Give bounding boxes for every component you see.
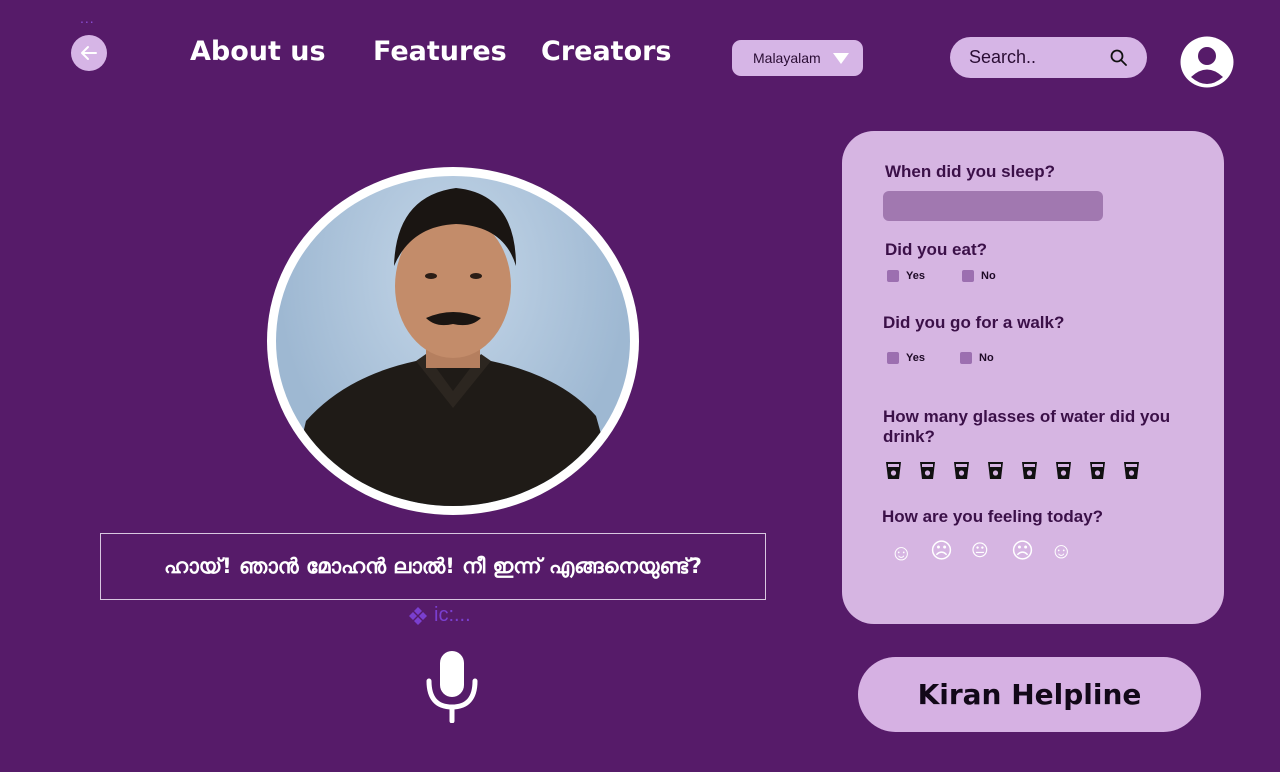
eat-yes-option[interactable]: Yes xyxy=(887,270,925,282)
walk-yes-checkbox[interactable] xyxy=(887,352,899,364)
component-label: ic:... xyxy=(408,604,471,627)
language-value: Malayalam xyxy=(753,50,821,66)
component-label-text: ic:... xyxy=(434,604,471,626)
walk-no-checkbox[interactable] xyxy=(960,352,972,364)
drag-dots: ... xyxy=(80,10,95,26)
nav-about-us[interactable]: About us xyxy=(190,36,326,67)
eat-no-label: No xyxy=(981,270,996,282)
water-glass-icon[interactable] xyxy=(919,461,936,480)
nav-features[interactable]: Features xyxy=(373,36,507,67)
walk-yes-label: Yes xyxy=(906,352,925,364)
walk-no-label: No xyxy=(979,352,994,364)
microphone-icon[interactable] xyxy=(425,651,479,723)
question-feeling: How are you feeling today? xyxy=(882,507,1104,526)
water-glass-icon[interactable] xyxy=(1055,461,1072,480)
question-sleep: When did you sleep? xyxy=(885,162,1056,181)
user-avatar-icon[interactable] xyxy=(1180,36,1234,88)
question-water: How many glasses of water did you drink? xyxy=(883,407,1171,446)
mood-face-icon[interactable]: 😐 xyxy=(971,540,989,562)
water-glass-icon[interactable] xyxy=(885,461,902,480)
walk-no-option[interactable]: No xyxy=(960,352,994,364)
walk-yes-option[interactable]: Yes xyxy=(887,352,925,364)
question-eat: Did you eat? xyxy=(885,240,988,259)
eat-no-checkbox[interactable] xyxy=(962,270,974,282)
wellness-form: When did you sleep? Did you eat? Yes No … xyxy=(842,131,1224,624)
question-walk: Did you go for a walk? xyxy=(883,313,1065,332)
person-illustration xyxy=(286,188,621,506)
language-select[interactable]: Malayalam xyxy=(732,40,863,76)
mood-face-icon[interactable]: ☺ xyxy=(1050,540,1072,562)
eat-yes-checkbox[interactable] xyxy=(887,270,899,282)
eat-yes-label: Yes xyxy=(906,270,925,282)
greeting-message: ഹായ്! ഞാൻ മോഹൻ ലാൽ! നീ ഇന്ന് എങ്ങനെയുണ്ട… xyxy=(100,533,766,600)
portrait-photo xyxy=(276,176,630,506)
sleep-time-input[interactable] xyxy=(883,191,1103,221)
portrait-frame xyxy=(267,167,639,515)
water-glass-icon[interactable] xyxy=(1089,461,1106,480)
eat-no-option[interactable]: No xyxy=(962,270,996,282)
search-icon[interactable] xyxy=(1110,49,1127,66)
water-glasses xyxy=(885,461,1140,480)
search-box[interactable] xyxy=(950,37,1147,78)
mood-face-icon[interactable]: ☺ xyxy=(890,542,912,564)
mood-face-icon[interactable]: ☹ xyxy=(930,540,953,562)
nav-creators[interactable]: Creators xyxy=(541,36,672,67)
helpline-button[interactable]: Kiran Helpline xyxy=(858,657,1201,732)
water-glass-icon[interactable] xyxy=(987,461,1004,480)
water-glass-icon[interactable] xyxy=(1021,461,1038,480)
back-button[interactable] xyxy=(71,35,107,71)
component-icon xyxy=(409,606,427,625)
water-glass-icon[interactable] xyxy=(953,461,970,480)
mood-face-icon[interactable]: ☹ xyxy=(1011,540,1034,562)
dropdown-triangle-icon xyxy=(833,53,849,64)
water-glass-icon[interactable] xyxy=(1123,461,1140,480)
search-input[interactable] xyxy=(967,46,1113,69)
back-arrow-icon xyxy=(81,46,97,60)
